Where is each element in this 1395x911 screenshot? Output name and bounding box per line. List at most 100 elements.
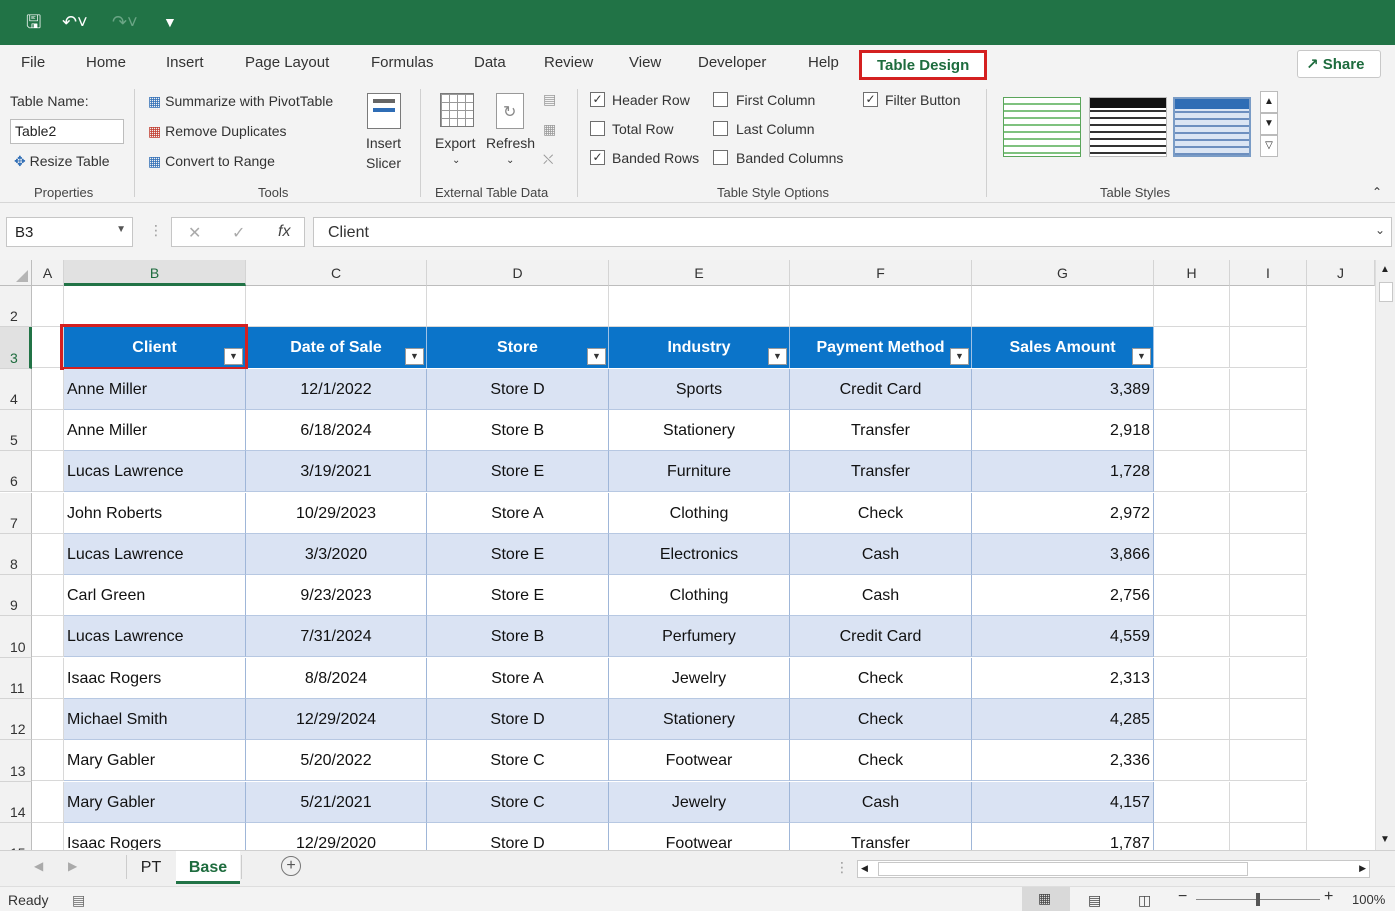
table-cell[interactable]: Lucas Lawrence [64,616,246,658]
more-styles-icon[interactable]: ▽ [1260,135,1278,157]
tab-insert[interactable]: Insert [166,54,204,71]
table-header-payment-method[interactable]: Payment Method ▼ [790,327,972,369]
scroll-right-arrow-icon[interactable]: ▶ [1359,863,1366,874]
table-cell[interactable]: Cash [790,533,972,575]
empty-cell[interactable] [1154,575,1230,617]
empty-cell[interactable] [1154,616,1230,658]
empty-cell[interactable] [32,286,64,327]
column-header-c[interactable]: C [246,260,427,286]
unlink-icon[interactable]: ⛌ [543,151,553,168]
table-cell[interactable]: 8/8/2024 [246,657,427,699]
insert-function-icon[interactable]: fx [278,223,290,241]
filter-button-checkbox[interactable]: ✓ [863,92,878,107]
empty-cell[interactable] [32,533,64,575]
column-header-g[interactable]: G [972,260,1154,286]
row-header-14[interactable]: 14 [0,781,32,823]
splitter-grip-icon[interactable]: ⋮ [835,859,849,876]
empty-cell[interactable] [790,286,972,327]
name-box-dropdown-icon[interactable]: ▼ [116,224,126,235]
empty-cell[interactable] [32,781,64,823]
table-cell[interactable]: 12/29/2024 [246,699,427,740]
empty-cell[interactable] [64,286,246,327]
row-header-8[interactable]: 8 [0,533,32,576]
scroll-up-icon[interactable]: ▲ [1260,91,1278,113]
empty-cell[interactable] [1230,533,1307,575]
undo-icon[interactable]: ↶˅ [62,10,88,34]
empty-cell[interactable] [1230,492,1307,534]
empty-cell[interactable] [1154,286,1230,327]
enter-icon[interactable]: ✓ [232,223,245,243]
scroll-down-icon[interactable]: ▼ [1260,113,1278,135]
banded-rows-checkbox[interactable]: ✓ [590,150,605,165]
empty-cell[interactable] [1154,740,1230,782]
table-cell[interactable]: Store E [427,451,609,493]
empty-cell[interactable] [1154,368,1230,410]
sheet-tab-base[interactable]: Base [176,851,240,884]
sheet-tab-pt[interactable]: PT [128,851,174,884]
cancel-icon[interactable]: ✕ [188,223,201,243]
table-cell[interactable]: Isaac Rogers [64,822,246,850]
empty-cell[interactable] [1230,575,1307,617]
resize-table-button[interactable]: ✥ Resize Table [14,153,110,170]
row-header-11[interactable]: 11 [0,657,32,699]
table-cell[interactable]: Cash [790,575,972,617]
select-all-corner[interactable] [0,260,32,286]
banded-columns-checkbox[interactable] [713,150,728,165]
table-cell[interactable]: Store A [427,657,609,699]
table-cell[interactable]: Transfer [790,409,972,451]
table-cell[interactable]: Check [790,492,972,534]
empty-cell[interactable] [32,368,64,410]
table-cell[interactable]: 3,866 [972,533,1154,575]
table-name-input[interactable]: Table2 [10,119,124,144]
empty-cell[interactable] [1154,533,1230,575]
table-cell[interactable]: Check [790,699,972,740]
table-header-sales-amount[interactable]: Sales Amount ▼ [972,327,1154,369]
zoom-in-icon[interactable]: + [1324,888,1333,906]
table-cell[interactable]: Check [790,740,972,782]
page-layout-view-icon[interactable]: ▤ [1088,892,1101,909]
table-cell[interactable]: Store B [427,409,609,451]
refresh-button[interactable]: ↻ Refresh ⌄ [484,89,536,173]
tab-home[interactable]: Home [86,54,126,71]
empty-cell[interactable] [427,286,609,327]
horizontal-scroll-thumb[interactable] [878,862,1248,876]
horizontal-scrollbar[interactable]: ◀ ▶ [857,860,1370,878]
table-cell[interactable]: Carl Green [64,575,246,617]
name-box[interactable]: B3 ▼ [6,217,133,247]
empty-cell[interactable] [1154,822,1230,850]
macro-recorder-icon[interactable]: ▤ [72,892,85,909]
empty-cell[interactable] [32,616,64,658]
filter-dropdown-icon[interactable]: ▼ [950,348,969,366]
column-header-b[interactable]: B [64,260,246,286]
save-icon[interactable]: 🖫 [26,10,41,34]
table-cell[interactable]: Store C [427,781,609,823]
empty-cell[interactable] [1230,657,1307,699]
table-cell[interactable]: 1,728 [972,451,1154,493]
last-column-checkbox[interactable] [713,121,728,136]
table-cell[interactable]: Clothing [609,492,790,534]
empty-cell[interactable] [1230,699,1307,740]
table-cell[interactable]: 2,756 [972,575,1154,617]
next-sheet-icon[interactable]: ▶ [68,859,77,873]
empty-cell[interactable] [972,286,1154,327]
empty-cell[interactable] [609,286,790,327]
row-header-3[interactable]: 3 [0,327,32,369]
table-cell[interactable]: Sports [609,368,790,410]
column-header-h[interactable]: H [1154,260,1230,286]
empty-cell[interactable] [246,286,427,327]
column-header-e[interactable]: E [609,260,790,286]
table-cell[interactable]: Stationery [609,409,790,451]
table-cell[interactable]: 2,972 [972,492,1154,534]
zoom-level[interactable]: 100% [1352,892,1385,907]
insert-slicer-button[interactable]: Insert Slicer [360,89,408,177]
empty-cell[interactable] [1154,657,1230,699]
filter-dropdown-icon[interactable]: ▼ [224,348,243,366]
scroll-up-arrow-icon[interactable]: ▲ [1380,264,1390,275]
table-cell[interactable]: 3,389 [972,368,1154,410]
table-cell[interactable]: Store D [427,368,609,410]
row-header-15[interactable]: 15 [0,822,32,850]
remove-duplicates-button[interactable]: ▦ Remove Duplicates [148,123,287,140]
filter-dropdown-icon[interactable]: ▼ [1132,348,1151,366]
table-cell[interactable]: Clothing [609,575,790,617]
empty-cell[interactable] [1154,451,1230,493]
